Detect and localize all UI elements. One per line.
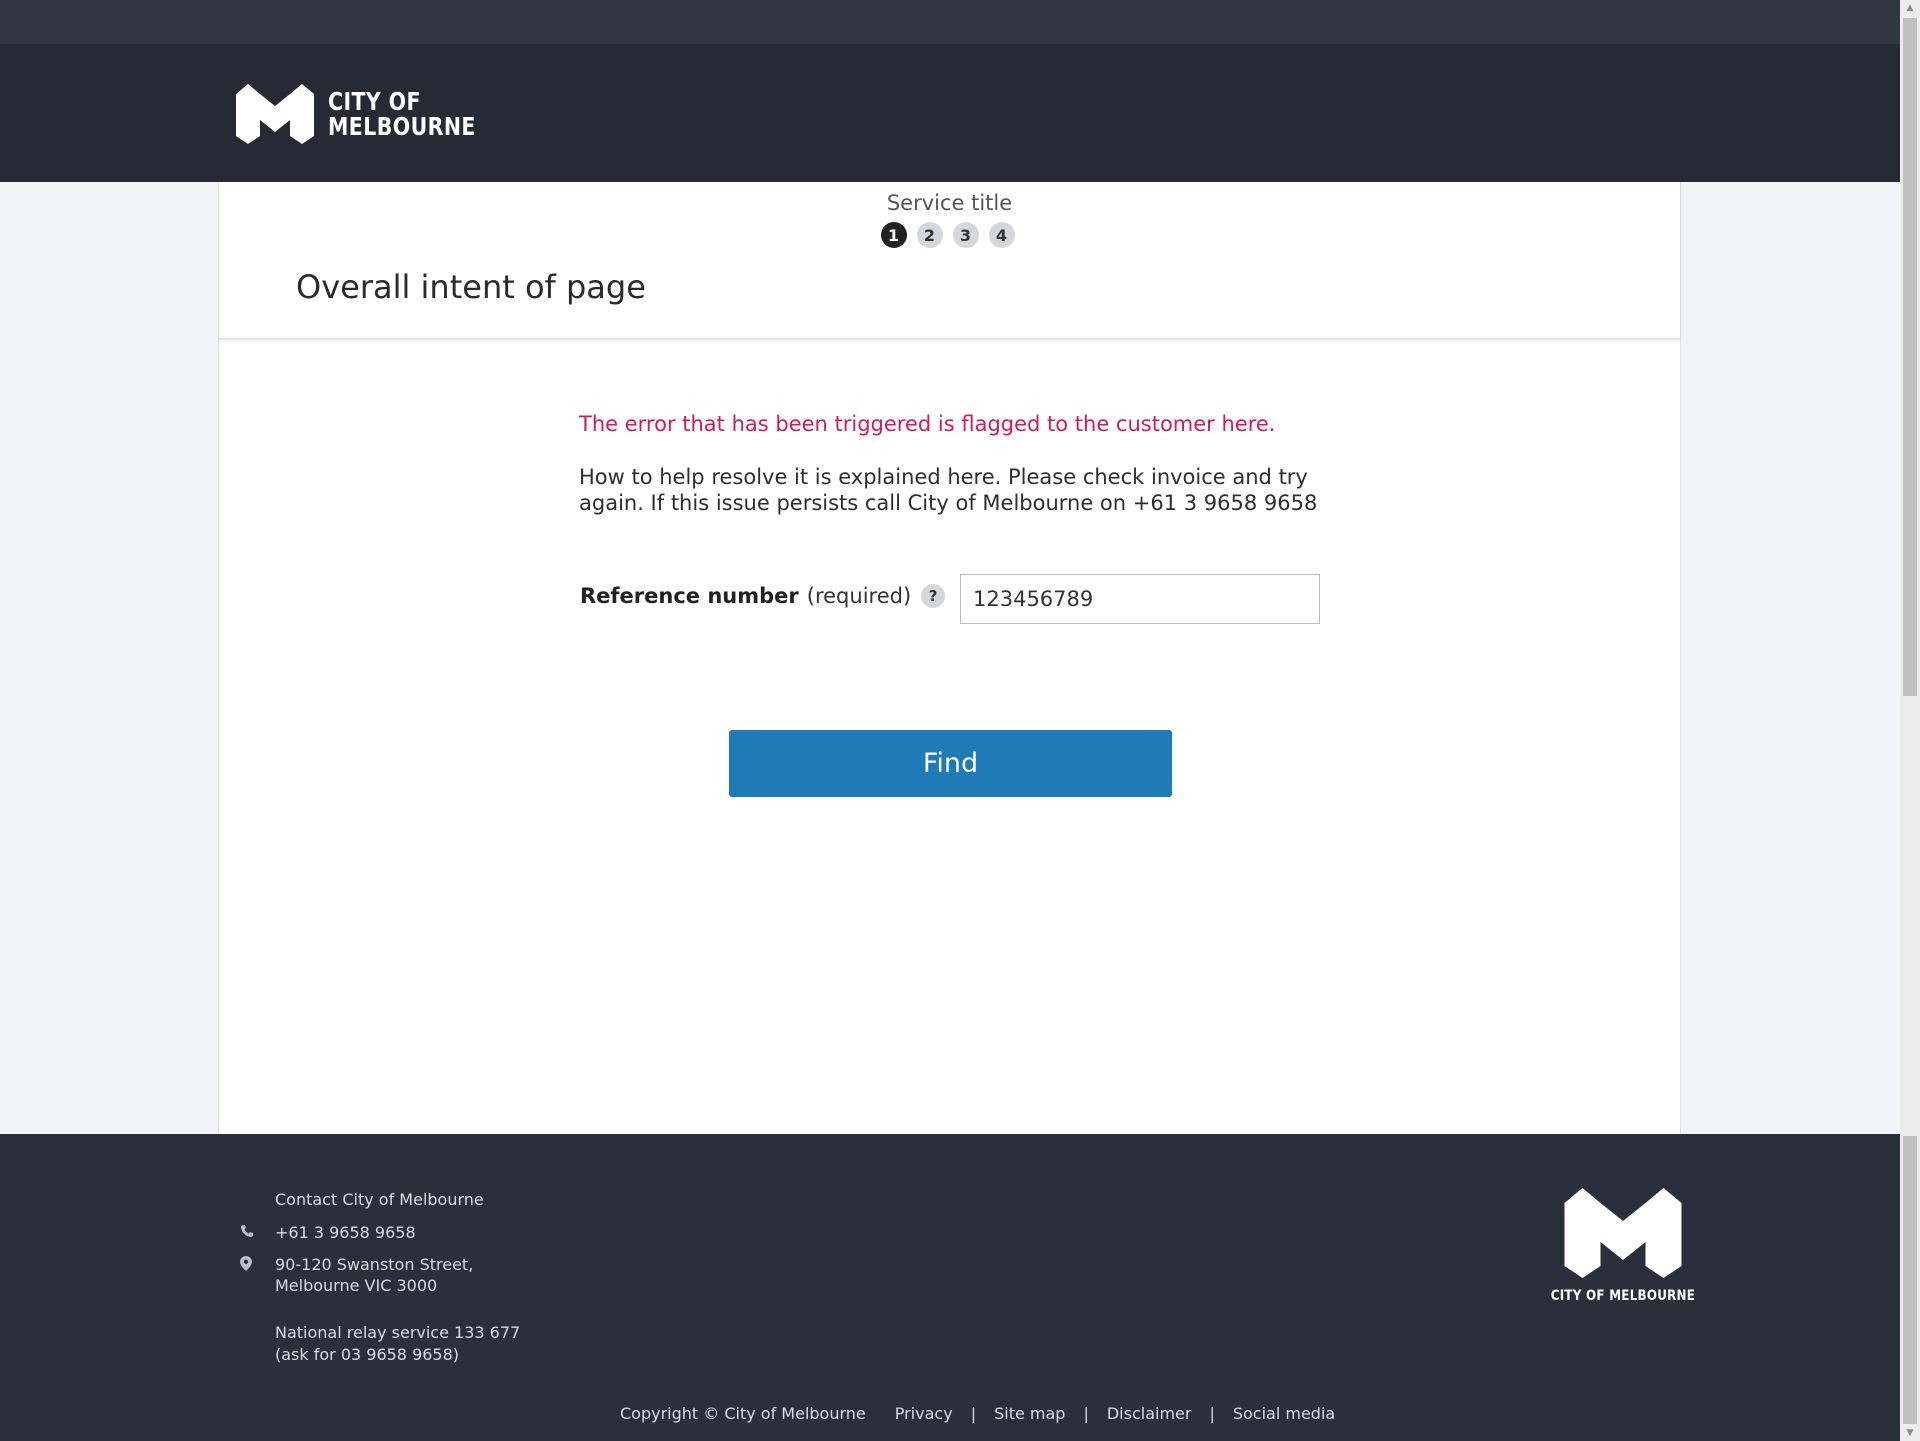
question-mark-icon[interactable]: ? bbox=[921, 584, 946, 608]
link-separator: | bbox=[1209, 1404, 1215, 1423]
phone-icon bbox=[240, 1222, 275, 1242]
relay-service: National relay service 133 677 (ask for … bbox=[275, 1322, 520, 1366]
footer-logo-text: CITY OF MELBOURNE bbox=[1550, 1288, 1696, 1304]
help-text-line-1: How to help resolve it is explained here… bbox=[579, 465, 1308, 489]
scroll-down-arrow-icon[interactable]: ▼ bbox=[1904, 1427, 1916, 1439]
logo-wordmark: CITY OF MELBOURNE bbox=[328, 89, 476, 139]
relay-line-1: National relay service 133 677 bbox=[275, 1323, 521, 1342]
map-pin-icon bbox=[240, 1254, 275, 1275]
relay-line-2: (ask for 03 9658 9658) bbox=[275, 1345, 460, 1364]
social-media-link[interactable]: Social media bbox=[1233, 1404, 1335, 1423]
disclaimer-link[interactable]: Disclaimer bbox=[1107, 1404, 1192, 1423]
step-2: 2 bbox=[916, 222, 943, 248]
scrollbar-thumb-lower[interactable] bbox=[1903, 1136, 1917, 1424]
step-4: 4 bbox=[988, 222, 1015, 248]
card-header: Service title 1 2 3 4 Overall intent of … bbox=[219, 182, 1680, 340]
melbourne-m-icon bbox=[236, 84, 314, 144]
logo-line-2: MELBOURNE bbox=[328, 112, 476, 141]
page-title: Overall intent of page bbox=[296, 268, 646, 306]
help-text: How to help resolve it is explained here… bbox=[579, 464, 1339, 516]
melbourne-m-icon bbox=[1564, 1188, 1682, 1278]
scroll-up-arrow-icon[interactable]: ▲ bbox=[1904, 2, 1916, 14]
reference-label-text: Reference number bbox=[580, 584, 799, 608]
find-button[interactable]: Find bbox=[729, 730, 1172, 797]
footer-logo[interactable]: CITY OF MELBOURNE bbox=[1538, 1188, 1708, 1304]
service-title: Service title bbox=[886, 191, 1013, 215]
scrollbar-thumb[interactable] bbox=[1903, 18, 1917, 696]
address-text: 90-120 Swanston Street, Melbourne VIC 30… bbox=[275, 1254, 473, 1296]
link-separator: | bbox=[970, 1404, 977, 1423]
address-line-2: Melbourne VIC 3000 bbox=[275, 1276, 438, 1295]
step-3: 3 bbox=[952, 222, 979, 248]
phone-number[interactable]: +61 3 9658 9658 bbox=[275, 1222, 416, 1243]
required-indicator: (required) bbox=[806, 584, 912, 608]
footer-links: Copyright © City of Melbourne Privacy | … bbox=[620, 1404, 1335, 1423]
step-indicator: 1 2 3 4 bbox=[219, 222, 1680, 248]
main-card: Service title 1 2 3 4 Overall intent of … bbox=[218, 182, 1681, 1134]
logo-line-1: CITY OF bbox=[328, 87, 421, 116]
help-text-line-2: again. If this issue persists call City … bbox=[579, 491, 1318, 515]
browser-top-strip bbox=[0, 0, 1900, 44]
address-line-1: 90-120 Swanston Street, bbox=[275, 1255, 474, 1274]
site-map-link[interactable]: Site map bbox=[994, 1404, 1065, 1423]
privacy-link[interactable]: Privacy bbox=[895, 1404, 953, 1423]
reference-number-input[interactable] bbox=[960, 574, 1320, 624]
contact-title: Contact City of Melbourne bbox=[275, 1190, 484, 1209]
link-separator: | bbox=[1083, 1404, 1089, 1423]
site-footer: Contact City of Melbourne +61 3 9658 965… bbox=[0, 1134, 1900, 1441]
reference-number-label: Reference number (required) ? bbox=[580, 584, 946, 608]
copyright: Copyright © City of Melbourne bbox=[620, 1404, 866, 1423]
site-header: CITY OF MELBOURNE bbox=[0, 44, 1900, 182]
error-message: The error that has been triggered is fla… bbox=[579, 412, 1276, 436]
step-1: 1 bbox=[880, 222, 907, 248]
city-of-melbourne-logo[interactable]: CITY OF MELBOURNE bbox=[236, 84, 508, 144]
contact-phone: +61 3 9658 9658 bbox=[240, 1222, 416, 1243]
contact-address: 90-120 Swanston Street, Melbourne VIC 30… bbox=[240, 1254, 473, 1296]
